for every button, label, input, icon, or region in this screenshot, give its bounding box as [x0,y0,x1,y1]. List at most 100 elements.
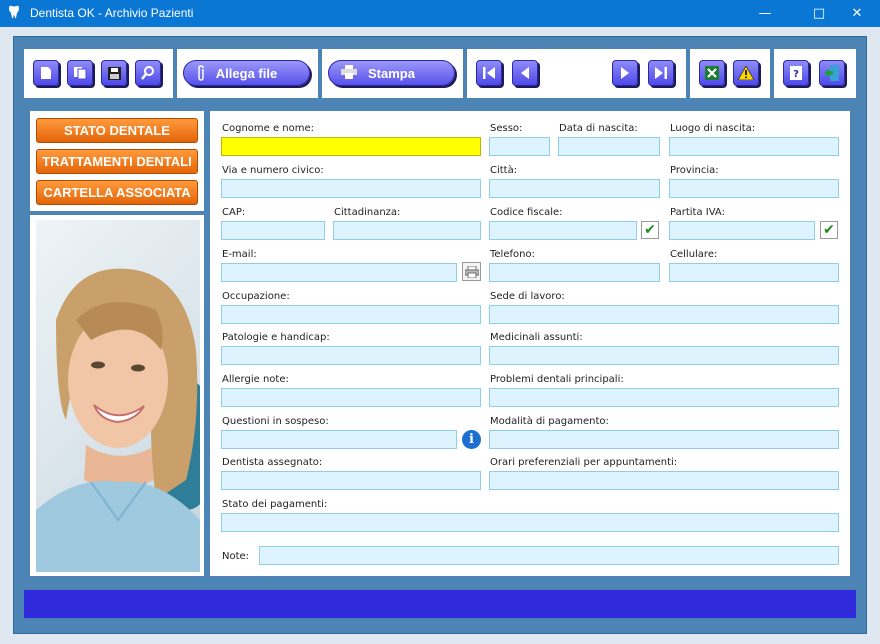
allergie-input[interactable] [221,388,481,407]
occupazione-label: Occupazione: [222,291,290,302]
info-icon: i [469,432,474,447]
title-bar: Dentista OK - Archivio Pazienti — □ ✕ [0,0,880,27]
print-label: Stampa [368,66,415,81]
window-title: Dentista OK - Archivio Pazienti [30,6,194,20]
new-record-icon [41,67,51,79]
info-button[interactable]: i [462,430,481,449]
stato-pagamenti-label: Stato dei pagamenti: [222,499,328,510]
warning-icon [738,66,754,80]
questioni-input[interactable] [221,430,457,449]
nav-trattamenti-dentali-button[interactable]: TRATTAMENTI DENTALI [36,149,198,174]
via-input[interactable] [221,179,481,198]
sede-lavoro-label: Sede di lavoro: [490,291,565,302]
last-record-icon [655,67,667,79]
search-icon [141,66,154,80]
cellulare-input[interactable] [669,263,839,282]
photo-panel [30,215,204,576]
partita-iva-check-button[interactable]: ✔ [820,221,838,239]
checkmark-icon: ✔ [644,222,656,238]
cap-input[interactable] [221,221,325,240]
pagamento-input[interactable] [489,430,839,449]
provincia-input[interactable] [669,179,839,198]
citta-input[interactable] [489,179,660,198]
last-record-button[interactable] [648,60,674,86]
save-icon [107,66,121,80]
toolbar-record-group [24,49,173,98]
luogo-nascita-input[interactable] [669,137,839,156]
note-label: Note: [222,551,250,562]
problemi-label: Problemi dentali principali: [490,374,624,385]
cognome-nome-label: Cognome e nome: [222,123,315,134]
toolbar-print-group: Stampa [322,49,463,98]
maximize-icon: □ [812,6,826,21]
exit-icon [824,65,839,81]
print-button[interactable]: Stampa [328,60,455,86]
close-icon: ✕ [851,6,863,21]
allergie-label: Allergie note: [222,374,289,385]
citta-label: Città: [490,165,518,176]
email-label: E-mail: [222,249,257,260]
note-input[interactable] [259,546,839,565]
toolbar-attach-group: Allega file [177,49,318,98]
nav-cartella-associata-button[interactable]: CARTELLA ASSOCIATA [36,180,198,205]
sede-lavoro-input[interactable] [489,305,839,324]
stato-pagamenti-input[interactable] [221,513,839,532]
help-button[interactable]: ? [783,60,809,86]
data-nascita-label: Data di nascita: [559,123,638,134]
partita-iva-input[interactable] [669,221,815,240]
window-body: Allega file Stampa ? STATO DENTALE TRATT… [0,27,880,644]
codice-fiscale-check-button[interactable]: ✔ [641,221,659,239]
cognome-nome-input[interactable] [221,137,481,156]
provincia-label: Provincia: [670,165,719,176]
search-button[interactable] [135,60,161,86]
excel-export-button[interactable] [699,60,725,86]
dentista-input[interactable] [221,471,481,490]
sesso-label: Sesso: [490,123,523,134]
send-email-button[interactable] [462,262,481,281]
next-record-icon [621,67,629,79]
toolbar-nav-group [467,49,686,98]
email-input[interactable] [221,263,457,282]
attach-file-label: Allega file [215,66,278,81]
help-icon: ? [790,66,802,80]
first-record-button[interactable] [476,60,502,86]
minimize-button[interactable]: — [742,0,788,27]
attach-file-button[interactable]: Allega file [183,60,310,86]
occupazione-input[interactable] [221,305,481,324]
orari-label: Orari preferenziali per appuntamenti: [490,457,678,468]
dentista-label: Dentista assegnato: [222,457,323,468]
telefono-input[interactable] [489,263,660,282]
printer-envelope-icon [464,265,479,278]
next-record-button[interactable] [612,60,638,86]
cittadinanza-label: Cittadinanza: [334,207,401,218]
toolbar-help-group: ? [774,49,856,98]
pagamento-label: Modalità di pagamento: [490,416,609,427]
status-bar [24,590,856,618]
copy-record-icon [74,67,87,80]
questioni-label: Questioni in sospeso: [222,416,329,427]
previous-record-button[interactable] [512,60,538,86]
cap-label: CAP: [222,207,246,218]
cittadinanza-input[interactable] [333,221,481,240]
codice-fiscale-label: Codice fiscale: [490,207,563,218]
exit-button[interactable] [819,60,845,86]
copy-record-button[interactable] [67,60,93,86]
toolbar-tools-group [690,49,770,98]
close-button[interactable]: ✕ [834,0,880,27]
minimize-icon: — [758,6,772,21]
codice-fiscale-input[interactable] [489,221,637,240]
telefono-label: Telefono: [490,249,535,260]
new-record-button[interactable] [33,60,59,86]
tooth-icon [8,5,20,23]
warning-button[interactable] [733,60,759,86]
nav-stato-dentale-button[interactable]: STATO DENTALE [36,118,198,143]
save-button[interactable] [101,60,127,86]
patologie-input[interactable] [221,346,481,365]
medicinali-input[interactable] [489,346,839,365]
first-record-icon [483,67,495,79]
data-nascita-input[interactable] [558,137,660,156]
problemi-input[interactable] [489,388,839,407]
sesso-input[interactable] [489,137,550,156]
cellulare-label: Cellulare: [670,249,718,260]
orari-input[interactable] [489,471,839,490]
